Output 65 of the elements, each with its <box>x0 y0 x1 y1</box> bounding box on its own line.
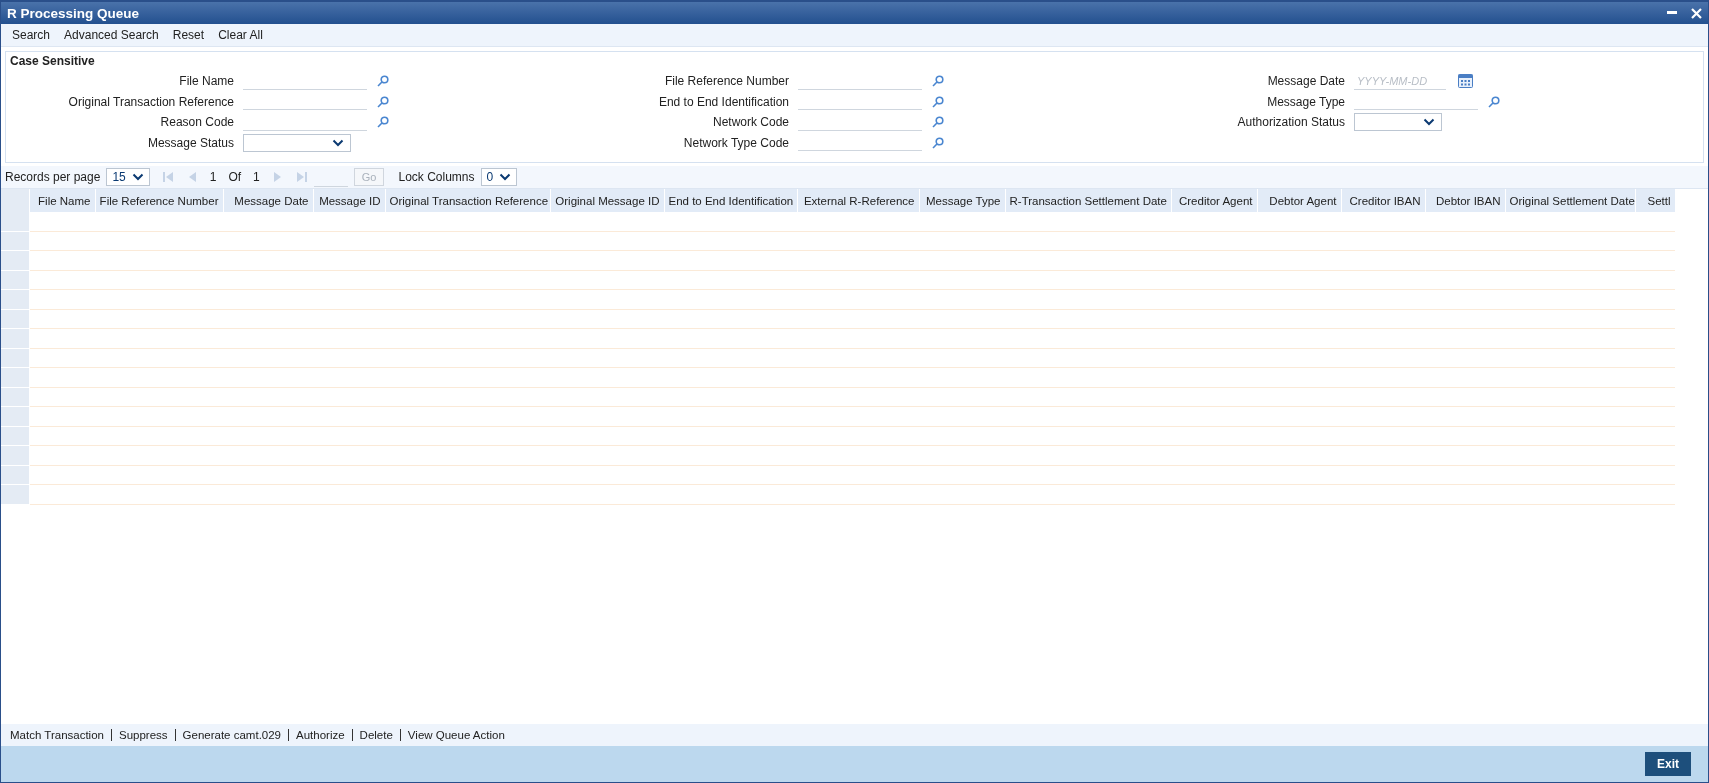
column-header[interactable]: Original Settlement Date <box>1505 189 1635 212</box>
field-label: Message Status <box>147 135 234 150</box>
search-icon[interactable] <box>932 95 944 108</box>
column-header[interactable]: File Reference Number <box>95 189 223 212</box>
column-header[interactable]: Settl <box>1635 189 1675 212</box>
search-icon[interactable] <box>377 95 389 108</box>
search-icon[interactable] <box>377 116 389 129</box>
field-label: Network Code <box>712 115 789 130</box>
action-link[interactable]: Authorize <box>288 729 352 741</box>
column-header[interactable]: R-Transaction Settlement Date <box>1005 189 1171 212</box>
toolbar-button[interactable]: Reset <box>165 28 212 42</box>
column-header[interactable]: Original Transaction Reference <box>385 189 550 212</box>
action-link[interactable]: View Queue Action <box>399 729 512 741</box>
minimize-icon[interactable] <box>1667 11 1677 15</box>
column-header[interactable]: Original Message ID <box>550 189 664 212</box>
calendar-icon[interactable] <box>1458 74 1473 89</box>
column-header[interactable]: Creditor IBAN <box>1341 189 1425 212</box>
column-header[interactable]: End to End Identification <box>664 189 797 212</box>
column-header[interactable]: Debtor IBAN <box>1425 189 1505 212</box>
chevron-down-icon <box>332 138 344 147</box>
field-label: Authorization Status <box>1237 115 1345 130</box>
search-icon[interactable] <box>932 136 944 149</box>
close-icon[interactable] <box>1691 7 1702 19</box>
field-label: Network Type Code <box>683 135 789 150</box>
toolbar-button[interactable]: Clear All <box>211 28 270 42</box>
page-number: 1 <box>209 170 217 184</box>
action-link[interactable]: Delete <box>351 729 400 741</box>
field-label: Original Transaction Reference <box>68 94 234 109</box>
field-label: Reason Code <box>160 115 234 130</box>
search-icon[interactable] <box>1488 95 1500 108</box>
column-header[interactable]: Message Date <box>223 189 313 212</box>
search-icon[interactable] <box>932 116 944 129</box>
action-link[interactable]: Match Transaction <box>3 729 111 741</box>
field-label: Message Date <box>1267 74 1345 89</box>
exit-button[interactable]: Exit <box>1645 752 1691 776</box>
date-field[interactable]: YYYY-MM-DD <box>1354 72 1446 90</box>
column-header[interactable]: Message ID <box>313 189 385 212</box>
records-dropdown[interactable]: 15 <box>106 168 150 186</box>
lock-columns-label: Lock Columns <box>398 170 475 184</box>
lock-columns-dropdown[interactable]: 0 <box>480 168 518 186</box>
column-header[interactable]: Message Type <box>919 189 1005 212</box>
field-label: File Name <box>179 74 234 89</box>
dropdown[interactable] <box>1354 113 1442 132</box>
chevron-down-icon <box>499 173 512 181</box>
column-header[interactable]: File Name <box>29 189 95 212</box>
column-header[interactable]: External R-Reference <box>797 189 919 212</box>
panel-legend: Case Sensitive <box>6 54 95 70</box>
search-icon[interactable] <box>377 75 389 88</box>
field-label: File Reference Number <box>664 74 789 89</box>
action-link[interactable]: Generate camt.029 <box>174 729 288 741</box>
chevron-down-icon <box>1423 118 1435 127</box>
records-label: Records per page <box>5 170 101 184</box>
search-icon[interactable] <box>932 75 944 88</box>
field-label: Message Type <box>1267 94 1345 109</box>
toolbar-button[interactable]: Search <box>5 28 58 42</box>
chevron-down-icon <box>131 173 144 181</box>
of-label: Of <box>228 170 242 184</box>
field-label: End to End Identification <box>658 94 789 109</box>
column-header[interactable]: Debtor Agent <box>1257 189 1341 212</box>
toolbar-button[interactable]: Advanced Search <box>57 28 166 42</box>
window-title: R Processing Queue <box>7 5 141 21</box>
page-total: 1 <box>253 170 260 184</box>
action-link[interactable]: Suppress <box>110 729 175 741</box>
column-header[interactable]: Creditor Agent <box>1171 189 1257 212</box>
dropdown[interactable] <box>243 133 351 152</box>
